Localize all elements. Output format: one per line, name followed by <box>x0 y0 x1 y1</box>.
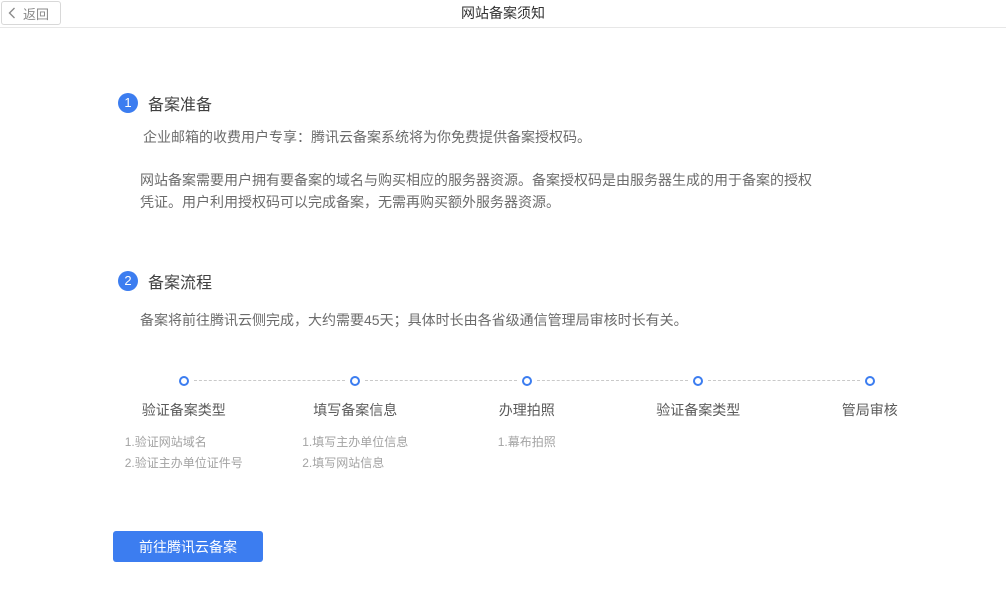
stepper-dot-icon <box>522 376 532 386</box>
section-process-header: 2 备案流程 <box>118 269 1006 293</box>
stepper-step-3: 办理拍照 1.幕布拍照 <box>441 376 613 474</box>
paragraph: 备案将前往腾讯云侧完成，大约需要45天；具体时长由各省级通信管理局审核时长有关。 <box>140 309 816 331</box>
section-heading: 备案准备 <box>148 91 212 115</box>
stepper-step-2: 填写备案信息 1.填写主办单位信息 2.填写网站信息 <box>270 376 442 474</box>
substep-item: 2.填写网站信息 <box>302 453 408 474</box>
stepper-dot-icon <box>693 376 703 386</box>
page-title: 网站备案须知 <box>0 0 1006 27</box>
section-heading: 备案流程 <box>148 269 212 293</box>
stepper-step-title: 管局审核 <box>784 400 956 420</box>
paragraph: 企业邮箱的收费用户专享：腾讯云备案系统将为你免费提供备案授权码。 <box>143 126 819 148</box>
stepper-step-substeps: 1.验证网站域名 2.验证主办单位证件号 <box>125 432 243 474</box>
section-process: 2 备案流程 备案将前往腾讯云侧完成，大约需要45天；具体时长由各省级通信管理局… <box>118 269 1006 562</box>
back-button[interactable]: 返回 <box>1 1 61 25</box>
section-preparation-header: 1 备案准备 <box>118 91 1006 115</box>
process-stepper: 验证备案类型 1.验证网站域名 2.验证主办单位证件号 填写备案信息 1.填写主… <box>98 376 956 474</box>
stepper-step-1: 验证备案类型 1.验证网站域名 2.验证主办单位证件号 <box>98 376 270 474</box>
main-content: 1 备案准备 企业邮箱的收费用户专享：腾讯云备案系统将为你免费提供备案授权码。 … <box>0 28 1006 562</box>
substep-item: 1.填写主办单位信息 <box>302 432 408 453</box>
step-number-badge: 1 <box>118 93 138 113</box>
top-bar: 返回 网站备案须知 <box>0 0 1006 28</box>
step-number-badge: 2 <box>118 271 138 291</box>
substep-item: 1.幕布拍照 <box>498 432 556 453</box>
stepper-step-title: 验证备案类型 <box>613 400 785 420</box>
paragraph: 网站备案需要用户拥有要备案的域名与购买相应的服务器资源。备案授权码是由服务器生成… <box>140 169 816 213</box>
go-to-tencent-cloud-filing-button[interactable]: 前往腾讯云备案 <box>113 531 263 562</box>
stepper-step-title: 验证备案类型 <box>98 400 270 420</box>
back-button-label: 返回 <box>23 4 49 23</box>
stepper-dot-icon <box>179 376 189 386</box>
substep-item: 1.验证网站域名 <box>125 432 243 453</box>
stepper-step-substeps: 1.填写主办单位信息 2.填写网站信息 <box>302 432 408 474</box>
stepper-step-4: 验证备案类型 <box>613 376 785 474</box>
stepper-dot-icon <box>865 376 875 386</box>
stepper-step-title: 办理拍照 <box>441 400 613 420</box>
stepper-step-title: 填写备案信息 <box>270 400 442 420</box>
stepper-step-substeps: 1.幕布拍照 <box>498 432 556 453</box>
section-preparation: 1 备案准备 企业邮箱的收费用户专享：腾讯云备案系统将为你免费提供备案授权码。 … <box>118 91 1006 213</box>
stepper-dot-icon <box>350 376 360 386</box>
substep-item: 2.验证主办单位证件号 <box>125 453 243 474</box>
back-chevron-icon <box>8 7 16 19</box>
stepper-step-5: 管局审核 <box>784 376 956 474</box>
